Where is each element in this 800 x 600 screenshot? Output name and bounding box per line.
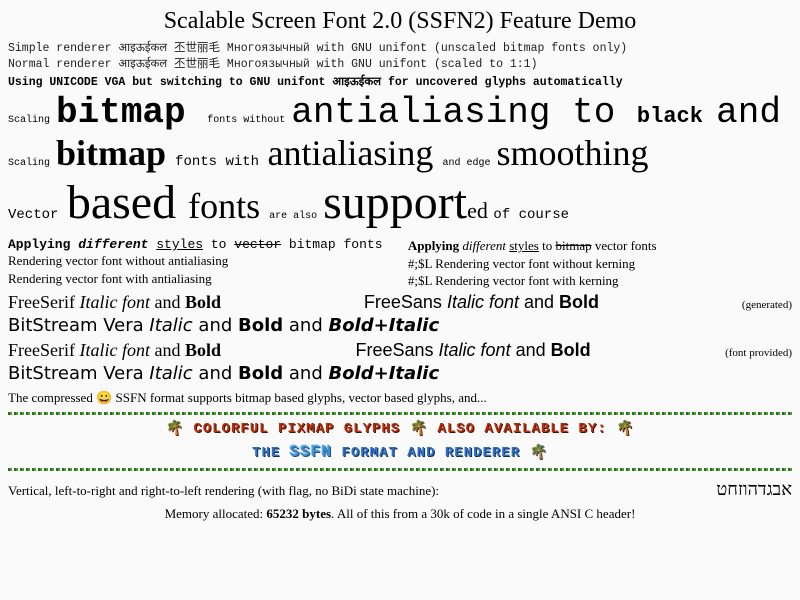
freeserif-gen: FreeSerif Italic font and Bold — [8, 292, 221, 313]
vector-supported-line: Vector based fonts are also supported of… — [0, 179, 800, 227]
scaling-bitmap-aa: Scaling bitmap fonts with antialiasing a… — [0, 135, 800, 171]
simple-renderer-line: Simple renderer आइऊईकल 丕世丽毛 Многоязычный… — [0, 41, 800, 57]
vera-line-1: BitStream Vera Italic and Bold and Bold+… — [0, 315, 800, 338]
styles-columns: Applying different styles to vector bitm… — [0, 233, 800, 290]
generated-note: (generated) — [742, 299, 792, 311]
provided-note: (font provided) — [725, 347, 792, 359]
render-noaa: Rendering vector font without antialiasi… — [8, 252, 392, 270]
page-title: Scalable Screen Font 2.0 (SSFN2) Feature… — [0, 0, 800, 41]
smiley-icon: 😀 — [96, 390, 112, 405]
render-nokern: #;$L Rendering vector font without kerni… — [408, 255, 792, 273]
col-vector: Applying different styles to bitmap vect… — [408, 237, 792, 290]
normal-renderer-line: Normal renderer आइऊईकल 丕世丽毛 Многоязычный… — [0, 57, 800, 73]
vera-line-2: BitStream Vera Italic and Bold and Bold+… — [0, 363, 800, 386]
freesans-prov: FreeSans Italic font and Bold — [355, 340, 590, 361]
render-kern: #;$L Rendering vector font with kerning — [408, 272, 792, 290]
font-row-provided: FreeSerif Italic font and Bold FreeSans … — [0, 338, 800, 363]
memory-line: Memory allocated: 65232 bytes. All of th… — [0, 500, 800, 528]
hebrew-sample: אבגדהוזחט — [716, 479, 792, 500]
compressed-line: The compressed 😀 SSFN format supports bi… — [0, 386, 800, 410]
grass-divider-2 — [8, 468, 792, 471]
col-bitmap: Applying different styles to vector bitm… — [8, 237, 392, 290]
unicode-vga-line: Using UNICODE VGA but switching to GNU u… — [0, 72, 800, 91]
scaling-bitmap-noaa: Scaling bitmap fonts without antialiasin… — [0, 95, 800, 131]
styles-vector-line: Applying different styles to bitmap vect… — [408, 237, 792, 255]
rtl-line: Vertical, left-to-right and right-to-lef… — [0, 473, 800, 500]
pixmap-banner: 🌴 COLORFUL PIXMAP GLYPHS 🌴 ALSO AVAILABL… — [0, 417, 800, 466]
freeserif-prov: FreeSerif Italic font and Bold — [8, 340, 221, 361]
render-aa: Rendering vector font with antialiasing — [8, 270, 392, 288]
grass-divider — [8, 412, 792, 415]
freesans-gen: FreeSans Italic font and Bold — [364, 292, 599, 313]
font-row-generated: FreeSerif Italic font and Bold FreeSans … — [0, 290, 800, 315]
styles-bitmap-line: Applying different styles to vector bitm… — [8, 237, 392, 252]
